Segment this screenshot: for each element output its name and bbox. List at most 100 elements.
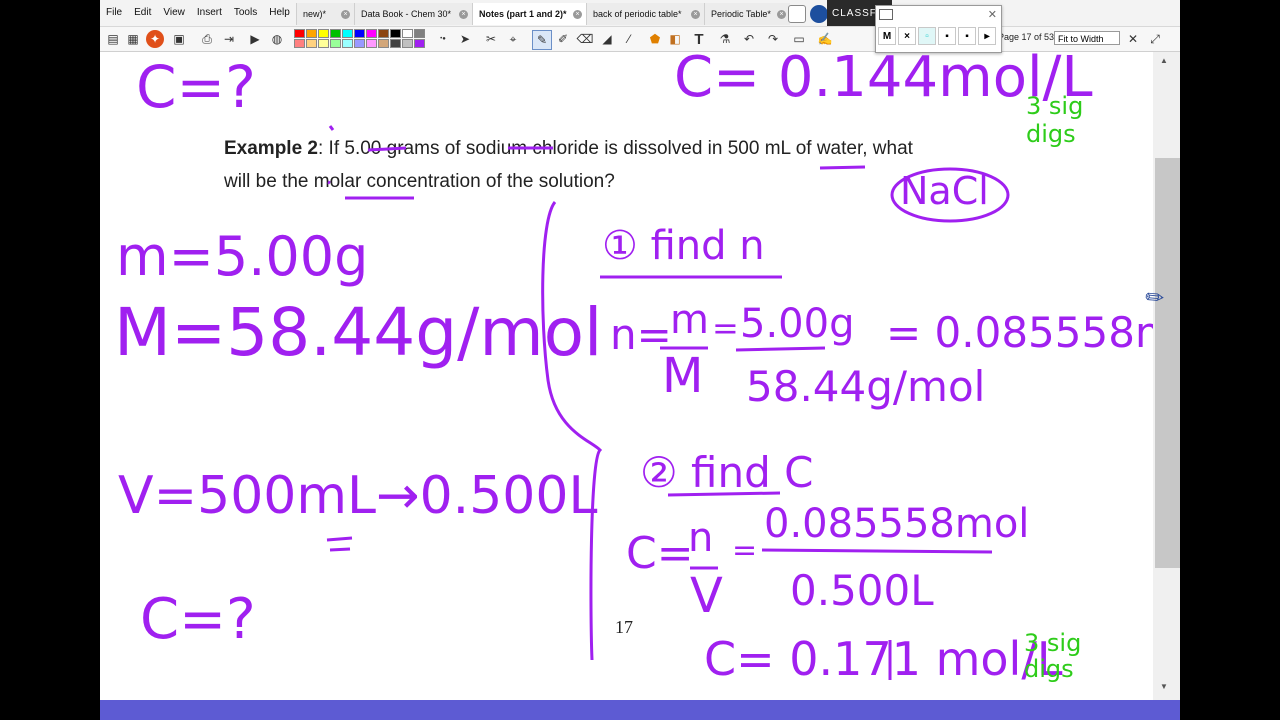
ink-c-eq: C= [626, 528, 694, 579]
scroll-up-icon[interactable]: ▲ [1160, 56, 1168, 65]
tab-back-periodic[interactable]: back of periodic table* × [586, 3, 704, 25]
select-icon[interactable]: ⌖ [504, 30, 522, 48]
ink-step-2: ② find C [640, 448, 814, 497]
shape-icon[interactable]: ⬟ [646, 30, 664, 48]
ink-n-numerator: n [688, 515, 714, 561]
menu-bar: File Edit View Insert Tools Help new)* × … [100, 0, 1180, 27]
flipchart-icon[interactable]: ▤ [104, 30, 122, 48]
fb-large[interactable]: ▪ [958, 27, 976, 45]
swatch[interactable] [354, 29, 365, 38]
swatch[interactable] [366, 29, 377, 38]
fill-icon[interactable]: ◢ [598, 30, 616, 48]
ink-num-2: 0.085558mol [764, 501, 1030, 547]
tab-label: Notes (part 1 and 2)* [479, 9, 567, 19]
close-icon[interactable]: × [459, 9, 468, 19]
pointer-icon[interactable]: ➤ [456, 30, 474, 48]
browser-icon[interactable]: ▣ [170, 30, 188, 48]
dropper-icon[interactable]: ⁄ [620, 30, 638, 48]
ink-den-1: 58.44g/mol [746, 362, 986, 411]
swatch[interactable] [366, 39, 377, 48]
swatch[interactable] [378, 39, 389, 48]
tool-icon[interactable]: ✦ [146, 30, 164, 48]
swatch[interactable] [318, 39, 329, 48]
menu-file[interactable]: File [100, 0, 128, 26]
swatch[interactable] [342, 39, 353, 48]
close-icon[interactable]: × [777, 9, 786, 19]
swatch[interactable] [414, 29, 425, 38]
eraser-icon[interactable]: ⌫ [576, 30, 594, 48]
pen-icon[interactable]: ✎ [532, 30, 552, 50]
underline-stroke [327, 146, 553, 185]
swatch[interactable] [402, 39, 413, 48]
menu-view[interactable]: View [157, 0, 191, 26]
tab-notes[interactable]: Notes (part 1 and 2)* × [472, 3, 586, 25]
tab-data-book[interactable]: Data Book - Chem 30* × [354, 3, 472, 25]
pen-size-icon[interactable]: •● [434, 30, 452, 48]
ink-nacl: NaCl [900, 169, 989, 213]
ink-final-result: C= 0.171 mol/L [704, 632, 1063, 686]
menu-help[interactable]: Help [263, 0, 296, 26]
ink-m-numerator: m [670, 297, 709, 343]
underline-stroke [345, 165, 866, 200]
tools-icon[interactable]: ✂ [482, 30, 500, 48]
scroll-down-icon[interactable]: ▼ [1160, 682, 1168, 691]
close-icon[interactable]: × [573, 9, 582, 19]
swatch[interactable] [330, 39, 341, 48]
tab-label: new)* [303, 9, 327, 19]
menu-edit[interactable]: Edit [128, 0, 157, 26]
swatch[interactable] [390, 29, 401, 38]
zoom-select[interactable]: Fit to Width [1054, 31, 1120, 45]
grid-icon[interactable]: ▦ [124, 30, 142, 48]
ink-v-denominator: V [690, 568, 723, 624]
camera-icon[interactable] [879, 9, 893, 20]
ink-equals: = [732, 533, 758, 568]
globe-icon[interactable]: ◍ [268, 30, 286, 48]
notebook-window: File Edit View Insert Tools Help new)* × … [100, 0, 1180, 720]
new-tab-icon[interactable] [788, 5, 806, 23]
fb-m[interactable]: M [878, 27, 896, 45]
expand-icon[interactable]: ✕ [1124, 30, 1142, 48]
menu-tools[interactable]: Tools [228, 0, 263, 26]
ink-num-1: 5.00g [740, 301, 855, 347]
tab-periodic-table[interactable]: Periodic Table* × [704, 3, 790, 25]
swatch[interactable] [306, 39, 317, 48]
swatch[interactable] [402, 29, 413, 38]
swatch[interactable] [318, 29, 329, 38]
ink-strokes [326, 125, 1010, 680]
brace-stroke [541, 201, 603, 661]
ink-volume: V=500mL→0.500L [118, 466, 598, 526]
play-icon[interactable]: ▶ [246, 30, 264, 48]
color-palette [294, 29, 425, 48]
close-icon[interactable]: ✕ [988, 8, 997, 21]
highlighter-icon[interactable]: ✐ [554, 30, 572, 48]
ink-final-sig: 3 sig digs [1024, 629, 1082, 683]
fb-x[interactable]: × [898, 27, 916, 45]
ink-m-denominator: M [662, 348, 704, 404]
fb-small[interactable]: ▫ [918, 27, 936, 45]
user-icon[interactable] [810, 5, 828, 23]
swatch[interactable] [294, 39, 305, 48]
fb-more[interactable]: ▸ [978, 27, 996, 45]
print-icon[interactable]: ⎙ [198, 30, 216, 48]
swatch[interactable] [294, 29, 305, 38]
swatch[interactable] [306, 29, 317, 38]
swatch[interactable] [330, 29, 341, 38]
page-indicator: Page 17 of 53 [998, 32, 1055, 42]
tab-new[interactable]: new)* × [296, 3, 354, 25]
scrollbar-thumb[interactable] [1155, 158, 1180, 568]
menu-insert[interactable]: Insert [191, 0, 228, 26]
swatch[interactable] [414, 39, 425, 48]
ink-top-sig: 3 sig digs [1026, 92, 1084, 148]
ink-den-2: 0.500L [790, 566, 934, 615]
ink-c-question: C=? [140, 587, 256, 652]
export-icon[interactable]: ⇥ [220, 30, 238, 48]
swatch[interactable] [354, 39, 365, 48]
swatch[interactable] [378, 29, 389, 38]
close-icon[interactable]: × [341, 9, 350, 19]
swatch[interactable] [342, 29, 353, 38]
close-icon[interactable]: × [691, 9, 700, 19]
swatch[interactable] [390, 39, 401, 48]
ink-step-1: ① find n [602, 223, 765, 269]
fb-medium[interactable]: ▪ [938, 27, 956, 45]
fullscreen-icon[interactable]: ⤢ [1146, 30, 1164, 48]
